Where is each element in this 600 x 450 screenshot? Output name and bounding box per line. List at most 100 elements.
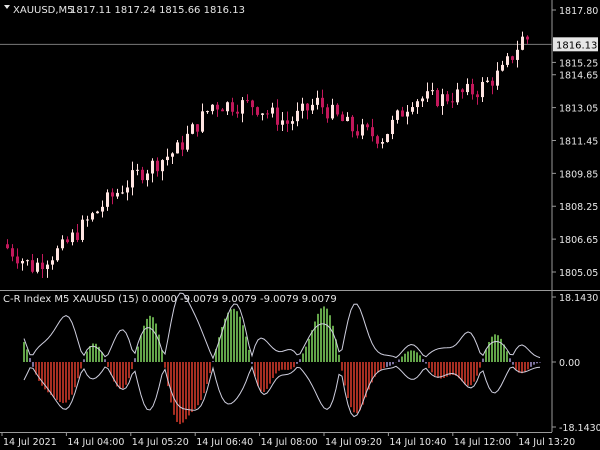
candle-body (471, 83, 474, 95)
symbol-dropdown-arrow-icon[interactable] (4, 5, 10, 9)
candle-body (36, 262, 39, 272)
candle-body (446, 94, 449, 102)
candle-body (266, 113, 269, 115)
price-tick-label: 1805.05 (559, 268, 598, 279)
candle-body (416, 101, 419, 108)
candle-body (506, 56, 509, 65)
candle-body (181, 142, 184, 150)
candle-body (176, 142, 179, 154)
candle-body (251, 100, 254, 108)
candle-body (81, 219, 84, 240)
candle-body (406, 111, 409, 117)
candle-body (326, 107, 329, 119)
candle-body (26, 260, 29, 262)
indicator-panel[interactable]: C-R Index M5 XAUUSD (15) 0.0000 -9.0079 … (3, 292, 541, 425)
trading-chart[interactable]: XAUUSD,M5 1817.11 1817.24 1815.66 1816.1… (0, 0, 600, 450)
candle-body (301, 103, 304, 111)
candle-body (11, 248, 14, 257)
candle-body (441, 94, 444, 107)
candle-body (381, 142, 384, 144)
candle-body (166, 156, 169, 161)
candle-body (241, 100, 244, 114)
candle-body (496, 70, 499, 86)
candle-body (271, 107, 274, 114)
candle-body (46, 264, 49, 270)
current-price-label: 1816.13 (556, 40, 597, 51)
candle-body (256, 107, 259, 115)
candle-body (191, 124, 194, 134)
candle-body (216, 104, 219, 110)
candle-body (426, 91, 429, 99)
candle-body (466, 83, 469, 93)
candle-body (261, 113, 264, 115)
price-tick-label: 1806.65 (559, 235, 598, 246)
candle-body (451, 101, 454, 103)
candle-body (246, 100, 249, 102)
time-tick-label: 14 Jul 05:20 (132, 437, 189, 448)
time-tick-label: 14 Jul 06:40 (196, 437, 253, 448)
candle-body (356, 131, 359, 136)
indicator-scale[interactable]: 18.1430 0.00 -18.1430 (551, 291, 600, 434)
price-tick-label: 1815.25 (559, 58, 598, 69)
candle-body (156, 160, 159, 172)
current-price-badge: 1816.13 (553, 37, 598, 52)
candle-body (491, 80, 494, 86)
candle-body (96, 211, 99, 214)
candle-body (526, 36, 529, 40)
candle-body (236, 111, 239, 114)
candle-body (521, 36, 524, 50)
candle-body (401, 110, 404, 117)
candle-body (431, 90, 434, 92)
candle-body (6, 244, 9, 249)
candle-body (456, 89, 459, 103)
candle-body (71, 232, 74, 243)
candle-body (336, 104, 339, 115)
candle-body (21, 260, 24, 264)
candle-body (486, 80, 489, 82)
cr-index-histogram (23, 306, 541, 425)
candle-body (516, 49, 519, 60)
time-tick-labels: 14 Jul 2021 14 Jul 04:00 14 Jul 05:20 14 Ju… (1, 432, 575, 448)
indicator-label: C-R Index M5 XAUUSD (15) 0.0000 -9.0079 … (3, 294, 337, 305)
candle-body (291, 121, 294, 124)
candle-body (126, 187, 129, 193)
candle-body (461, 89, 464, 93)
candle-body (371, 127, 374, 137)
candle-body (116, 192, 119, 197)
symbol-label: XAUUSD,M5 (13, 5, 74, 16)
candle-body (316, 97, 319, 105)
candle-body (311, 104, 314, 111)
candle-body (61, 239, 64, 249)
candle-body (206, 111, 209, 113)
indicator-tick-labels: 18.1430 0.00 -18.1430 (552, 293, 600, 434)
price-tick-label: 1809.85 (559, 169, 598, 180)
candle-body (101, 206, 104, 212)
candle-body (91, 213, 94, 220)
candle-body (186, 133, 189, 150)
candle-body (306, 103, 309, 111)
candle-body (121, 192, 124, 194)
candle-body (31, 260, 34, 272)
candle-body (321, 97, 324, 108)
candle-body (396, 110, 399, 120)
time-axis[interactable]: 14 Jul 2021 14 Jul 04:00 14 Jul 05:20 14 Ju… (0, 432, 575, 448)
price-panel[interactable]: XAUUSD,M5 1817.11 1817.24 1815.66 1816.1… (0, 5, 552, 278)
price-tick-label: 1811.45 (559, 136, 598, 147)
time-tick-label: 14 Jul 09:20 (325, 437, 382, 448)
candle-body (86, 219, 89, 221)
candle-body (211, 104, 214, 112)
price-tick-label: 1817.80 (559, 6, 598, 17)
time-tick-label: 14 Jul 08:00 (261, 437, 318, 448)
candle-body (56, 248, 59, 261)
candle-body (376, 136, 379, 144)
candle-body (391, 119, 394, 135)
candle-body (161, 160, 164, 172)
candle-body (341, 114, 344, 122)
candle-body (231, 102, 234, 112)
candle-body (476, 94, 479, 98)
price-scale[interactable]: 1817.80 1815.25 1814.65 1813.05 1811.45 1809.… (551, 0, 598, 290)
candle-body (286, 120, 289, 124)
candle-body (281, 120, 284, 125)
candle-body (131, 170, 134, 188)
candle-body (151, 160, 154, 174)
